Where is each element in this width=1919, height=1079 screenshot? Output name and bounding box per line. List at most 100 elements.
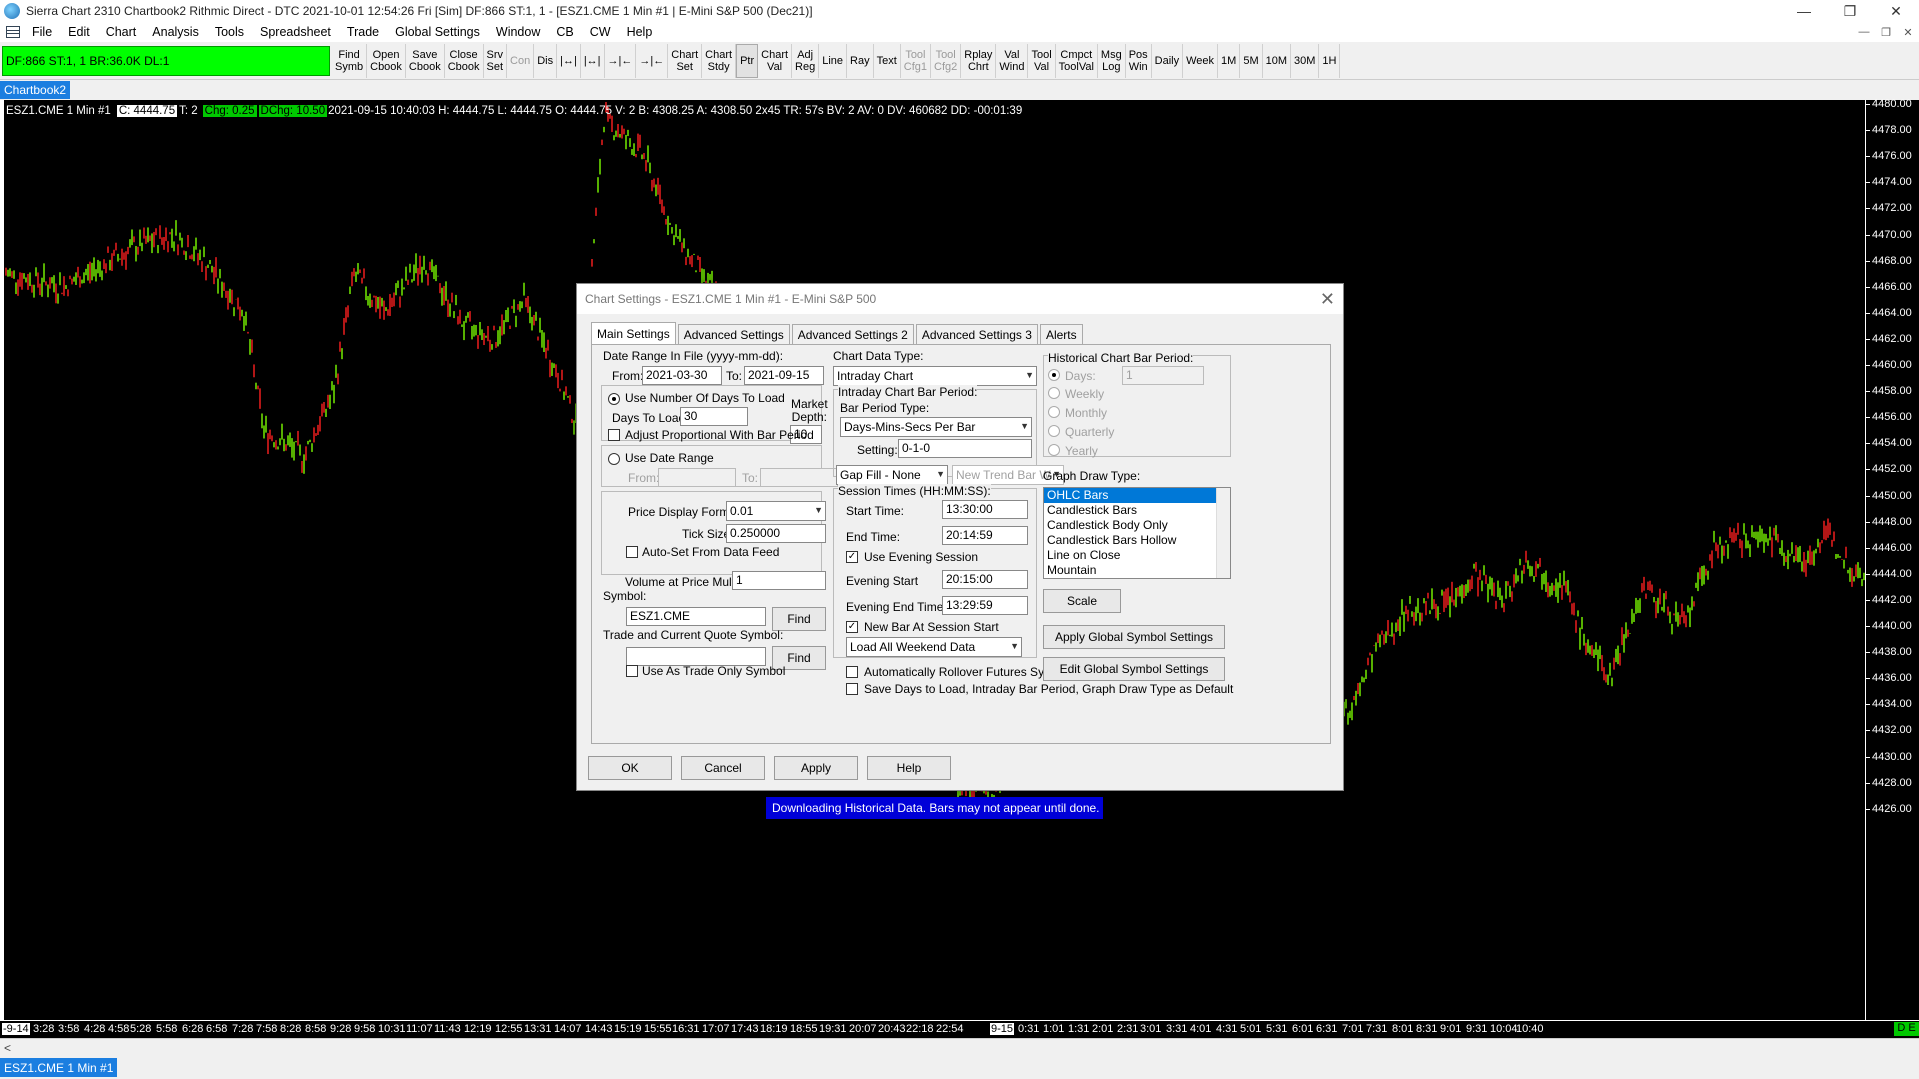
toolbar-button--7[interactable]: |↔| (557, 43, 581, 78)
toolbar-button-10m-31[interactable]: 10M (1263, 43, 1292, 78)
scale-button[interactable]: Scale (1043, 589, 1121, 613)
toolbar-button-tool-val-23[interactable]: Tool Val (1028, 43, 1056, 78)
tab-alerts[interactable]: Alerts (1039, 324, 1083, 344)
toolbar-button-dis-6[interactable]: Dis (534, 43, 558, 78)
graph-draw-item[interactable]: Line on Close (1044, 548, 1230, 563)
trade-only-checkbox[interactable] (626, 665, 638, 677)
time-axis[interactable]: -9-14 3:28 3:58 4:28 4:58 5:28 5:58 6:28 6:58 7:2… (0, 1020, 1919, 1038)
hist-days-radio[interactable] (1048, 369, 1060, 381)
toolbar-button-pos-win-26[interactable]: Pos Win (1126, 43, 1152, 78)
tab-advanced-settings-3[interactable]: Advanced Settings 3 (915, 324, 1038, 344)
toolbar-button--9[interactable]: →|← (605, 43, 637, 78)
range-from-field[interactable] (658, 468, 736, 487)
toolbar-button-chart-set-11[interactable]: Chart Set (668, 43, 703, 78)
child-restore-button[interactable]: ❐ (1875, 26, 1897, 39)
range-to-field[interactable] (760, 468, 838, 487)
bar-period-type-select[interactable]: Days-Mins-Secs Per Bar ▼ (840, 417, 1032, 437)
menu-item-cb[interactable]: CB (548, 25, 581, 39)
menu-item-tools[interactable]: Tools (207, 25, 252, 39)
menu-item-analysis[interactable]: Analysis (144, 25, 207, 39)
graph-draw-item[interactable]: Candlestick Bars (1044, 503, 1230, 518)
connection-status[interactable]: DF:866 ST:1, 1 BR:36.0K DL:1 (2, 45, 330, 76)
toolbar-button-val-wind-22[interactable]: Val Wind (996, 43, 1029, 78)
new-bar-checkbox[interactable]: ✓ (846, 621, 858, 633)
menu-item-file[interactable]: File (24, 25, 60, 39)
close-window-button[interactable]: ✕ (1873, 0, 1919, 22)
tab-advanced-settings[interactable]: Advanced Settings (677, 324, 790, 344)
toolbar-button-rplay-chrt-21[interactable]: Rplay Chrt (961, 43, 997, 78)
child-close-button[interactable]: ✕ (1897, 26, 1919, 39)
evening-start-field[interactable]: 20:15:00 (942, 570, 1028, 589)
toolbar-button-con-5[interactable]: Con (507, 43, 535, 78)
graph-draw-item[interactable]: OHLC Bars (1044, 488, 1230, 503)
days-to-load-field[interactable]: 30 (680, 407, 748, 426)
toolbar-button-chart-val-14[interactable]: Chart Val (758, 43, 793, 78)
toolbar-button-5m-30[interactable]: 5M (1240, 43, 1263, 78)
cancel-button[interactable]: Cancel (681, 756, 765, 780)
end-time-field[interactable]: 20:14:59 (942, 526, 1028, 545)
auto-set-checkbox[interactable] (626, 546, 638, 558)
use-days-radio[interactable] (608, 393, 620, 405)
scroll-left-icon[interactable]: < (4, 1041, 11, 1055)
vol-mult-field[interactable]: 1 (732, 571, 826, 590)
tab-main-settings[interactable]: Main Settings (591, 322, 676, 344)
use-date-range-radio[interactable] (608, 453, 620, 465)
graph-draw-scrollbar[interactable] (1216, 488, 1230, 578)
horizontal-scrollbar[interactable]: < (0, 1038, 1919, 1056)
toolbar-button-cmpct-toolval-24[interactable]: Cmpct ToolVal (1056, 43, 1098, 78)
chart-tab[interactable]: ESZ1.CME 1 Min #1 (0, 1058, 118, 1077)
file-to-field[interactable]: 2021-09-15 (744, 366, 824, 385)
toolbar-button-chart-stdy-12[interactable]: Chart Stdy (702, 43, 737, 78)
toolbar-button-ray-17[interactable]: Ray (847, 43, 874, 78)
evening-end-field[interactable]: 13:29:59 (942, 596, 1028, 615)
start-time-field[interactable]: 13:30:00 (942, 500, 1028, 519)
toolbar-button-1h-33[interactable]: 1H (1319, 43, 1341, 78)
toolbar-button-line-16[interactable]: Line (819, 43, 848, 78)
graph-draw-item[interactable]: Candlestick Bars Hollow (1044, 533, 1230, 548)
toolbar-button-30m-32[interactable]: 30M (1291, 43, 1320, 78)
menu-item-spreadsheet[interactable]: Spreadsheet (252, 25, 339, 39)
hist-weekly-radio[interactable] (1048, 387, 1060, 399)
menu-item-cw[interactable]: CW (582, 25, 619, 39)
hist-yearly-radio[interactable] (1048, 444, 1060, 456)
menu-item-trade[interactable]: Trade (339, 25, 387, 39)
graph-draw-item[interactable]: Mountain (1044, 563, 1230, 578)
price-format-select[interactable]: 0.01 ▼ (726, 501, 826, 521)
help-button[interactable]: Help (867, 756, 951, 780)
toolbar-button--8[interactable]: |↔| (581, 43, 605, 78)
toolbar-button-tool-cfg1-19[interactable]: Tool Cfg1 (901, 43, 932, 78)
price-axis[interactable]: 4480.00 4478.00 4476.00 4474.00 4472.00 4470.… (1865, 98, 1919, 1020)
toolbar-button--10[interactable]: →|← (636, 43, 669, 78)
hist-days-field[interactable]: 1 (1122, 366, 1204, 385)
minimize-button[interactable]: — (1781, 0, 1827, 22)
save-default-checkbox[interactable] (846, 683, 858, 695)
hist-monthly-radio[interactable] (1048, 406, 1060, 418)
hist-quarterly-radio[interactable] (1048, 425, 1060, 437)
setting-field[interactable]: 0-1-0 (898, 439, 1032, 458)
toolbar-button-find-symb-0[interactable]: Find Symb (332, 43, 368, 78)
menu-icon[interactable] (6, 26, 20, 38)
graph-draw-item[interactable]: Candlestick Body Only (1044, 518, 1230, 533)
tick-size-field[interactable]: 0.250000 (726, 524, 826, 543)
chart-data-type-select[interactable]: Intraday Chart ▼ (833, 366, 1037, 386)
edit-global-symbol-button[interactable]: Edit Global Symbol Settings (1043, 657, 1225, 681)
adjust-proportional-checkbox[interactable] (608, 429, 620, 441)
gap-fill-select[interactable]: Gap Fill - None ▼ (836, 465, 948, 485)
toolbar-button-1m-29[interactable]: 1M (1218, 43, 1241, 78)
ok-button[interactable]: OK (588, 756, 672, 780)
toolbar-button-srv-set-4[interactable]: Srv Set (484, 43, 508, 78)
apply-global-symbol-button[interactable]: Apply Global Symbol Settings (1043, 625, 1225, 649)
graph-draw-list[interactable]: OHLC Bars Candlestick Bars Candlestick Bod… (1043, 487, 1231, 579)
rollover-checkbox[interactable] (846, 666, 858, 678)
toolbar-button-daily-27[interactable]: Daily (1152, 43, 1184, 78)
tab-advanced-settings-2[interactable]: Advanced Settings 2 (791, 324, 914, 344)
toolbar-button-ptr-13[interactable]: Ptr (736, 43, 759, 78)
toolbar-button-save-cbook-2[interactable]: Save Cbook (406, 43, 445, 78)
file-from-field[interactable]: 2021-03-30 (642, 366, 722, 385)
menu-item-global-settings[interactable]: Global Settings (387, 25, 488, 39)
toolbar-button-adj-reg-15[interactable]: Adj Reg (792, 43, 820, 78)
menu-item-window[interactable]: Window (488, 25, 548, 39)
chartbook-tab[interactable]: Chartbook2 (0, 81, 71, 99)
menu-item-edit[interactable]: Edit (60, 25, 98, 39)
toolbar-button-close-cbook-3[interactable]: Close Cbook (445, 43, 484, 78)
